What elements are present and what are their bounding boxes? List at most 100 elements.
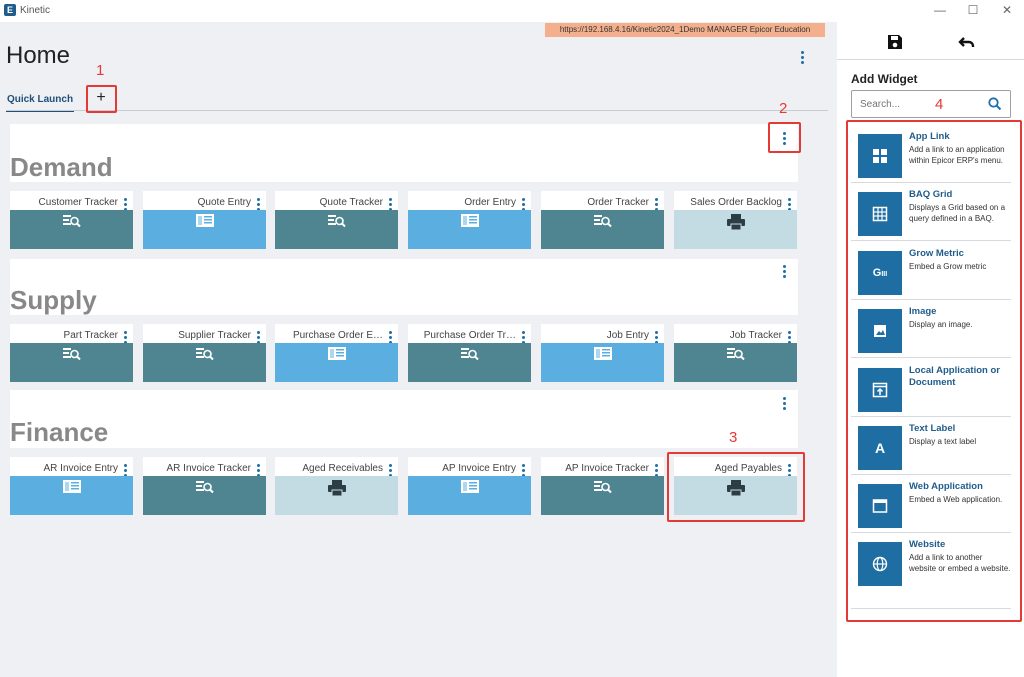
tile-banner (408, 476, 531, 515)
tile-menu-icon[interactable] (652, 463, 660, 477)
tile-menu-icon[interactable] (254, 330, 262, 344)
tile-menu-icon[interactable] (254, 463, 262, 477)
tile-label: Quote Tracker (319, 197, 383, 208)
app-tile[interactable]: AR Invoice Entry (10, 457, 133, 515)
callout-box-3 (667, 452, 805, 522)
app-tile[interactable]: Job Entry (541, 324, 664, 382)
widget-description: Embed a Grow metric (909, 262, 987, 271)
callout-box-1 (86, 85, 117, 113)
app-tile[interactable]: AP Invoice Tracker (541, 457, 664, 515)
app-tile[interactable]: Sales Order Backlog (674, 191, 797, 249)
widget-option[interactable]: BAQ Grid Displays a Grid based on a query… (851, 183, 1011, 241)
widget-title: Image (909, 306, 937, 317)
tile-menu-icon[interactable] (121, 463, 129, 477)
widget-title: App Link (909, 131, 950, 142)
widget-description: Add a link to another website or embed a… (909, 553, 1011, 573)
tile-label: AR Invoice Entry (43, 463, 118, 474)
tile-menu-icon[interactable] (519, 197, 527, 211)
widget-option[interactable]: Web Application Embed a Web application. (851, 475, 1011, 533)
tile-label: Purchase Order Tr… (423, 330, 516, 341)
tile-menu-icon[interactable] (386, 197, 394, 211)
section-menu-icon-supply[interactable] (778, 263, 790, 279)
app-tile[interactable]: Purchase Order E… (275, 324, 398, 382)
minimize-button[interactable]: — (932, 3, 948, 17)
app-tile[interactable]: Part Tracker (10, 324, 133, 382)
app-tile[interactable]: Order Tracker (541, 191, 664, 249)
search-icon[interactable] (987, 96, 1003, 112)
widget-option[interactable]: GIII Grow Metric Embed a Grow metric (851, 242, 1011, 300)
tile-label: Quote Entry (197, 197, 251, 208)
widget-option[interactable]: Local Application or Document (851, 359, 1011, 417)
tile-label: Sales Order Backlog (690, 197, 782, 208)
entry-icon (593, 346, 613, 367)
tile-menu-icon[interactable] (254, 197, 262, 211)
tile-banner (10, 476, 133, 515)
widget-option[interactable]: Website Add a link to another website or … (851, 533, 1011, 609)
close-button[interactable]: ✕ (999, 3, 1015, 17)
panel-heading: Add Widget (851, 72, 918, 86)
tile-menu-icon[interactable] (121, 330, 129, 344)
tile-banner (674, 343, 797, 382)
widget-title: BAQ Grid (909, 189, 953, 200)
entry-icon (62, 479, 82, 500)
app-tile[interactable]: AP Invoice Entry (408, 457, 531, 515)
local-app-icon (858, 368, 902, 412)
widget-description: Add a link to an application within Epic… (909, 145, 1005, 165)
image-icon (858, 309, 902, 353)
entry-icon (460, 213, 480, 234)
widget-title: Local Application or Document (909, 365, 1000, 388)
app-tile[interactable]: Order Entry (408, 191, 531, 249)
home-main-area: https://192.168.4.16/Kinetic2024_1Demo M… (0, 22, 837, 677)
app-tile[interactable]: Customer Tracker (10, 191, 133, 249)
tile-label: AR Invoice Tracker (166, 463, 251, 474)
tile-label: Job Entry (606, 330, 649, 341)
save-icon[interactable] (885, 32, 905, 52)
tile-banner (143, 476, 266, 515)
section-header-demand (10, 124, 798, 182)
page-more-menu-icon[interactable] (796, 48, 808, 66)
tile-label: Supplier Tracker (178, 330, 251, 341)
app-tile[interactable]: Quote Entry (143, 191, 266, 249)
section-header-supply (10, 259, 798, 315)
tile-menu-icon[interactable] (785, 197, 793, 211)
tile-banner (143, 210, 266, 249)
tile-menu-icon[interactable] (386, 330, 394, 344)
tile-banner (10, 343, 133, 382)
app-tile[interactable]: AR Invoice Tracker (143, 457, 266, 515)
tile-banner (541, 476, 664, 515)
widget-option[interactable]: App Link Add a link to an application wit… (851, 125, 1011, 183)
entry-icon (327, 346, 347, 367)
tracker-icon (593, 479, 613, 500)
tile-menu-icon[interactable] (652, 330, 660, 344)
panel-toolbar (837, 22, 1024, 60)
widget-option[interactable]: Image Display an image. (851, 300, 1011, 358)
tab-quick-launch[interactable]: Quick Launch (6, 92, 74, 112)
tile-label: AP Invoice Entry (442, 463, 516, 474)
callout-number-1: 1 (96, 62, 105, 79)
app-tile[interactable]: Purchase Order Tr… (408, 324, 531, 382)
window-titlebar: E Kinetic — ☐ ✕ (0, 0, 1024, 22)
tab-divider (6, 110, 828, 111)
undo-icon[interactable] (957, 32, 977, 52)
app-tile[interactable]: Job Tracker (674, 324, 797, 382)
app-tile[interactable]: Aged Receivables (275, 457, 398, 515)
tile-menu-icon[interactable] (386, 463, 394, 477)
tile-menu-icon[interactable] (519, 330, 527, 344)
tile-menu-icon[interactable] (121, 197, 129, 211)
tile-menu-icon[interactable] (652, 197, 660, 211)
widget-description: Display an image. (909, 320, 973, 329)
app-tile[interactable]: Quote Tracker (275, 191, 398, 249)
section-header-finance (10, 390, 798, 448)
widget-title: Text Label (909, 423, 956, 434)
widget-option[interactable]: A Text Label Display a text label (851, 417, 1011, 475)
app-logo-icon: E (4, 4, 16, 16)
tile-banner (275, 343, 398, 382)
tile-menu-icon[interactable] (519, 463, 527, 477)
tile-banner (143, 343, 266, 382)
app-tile[interactable]: Supplier Tracker (143, 324, 266, 382)
grid-icon (858, 192, 902, 236)
tile-menu-icon[interactable] (785, 330, 793, 344)
callout-number-2: 2 (779, 100, 788, 117)
section-menu-icon-finance[interactable] (778, 395, 790, 411)
maximize-button[interactable]: ☐ (965, 3, 981, 17)
